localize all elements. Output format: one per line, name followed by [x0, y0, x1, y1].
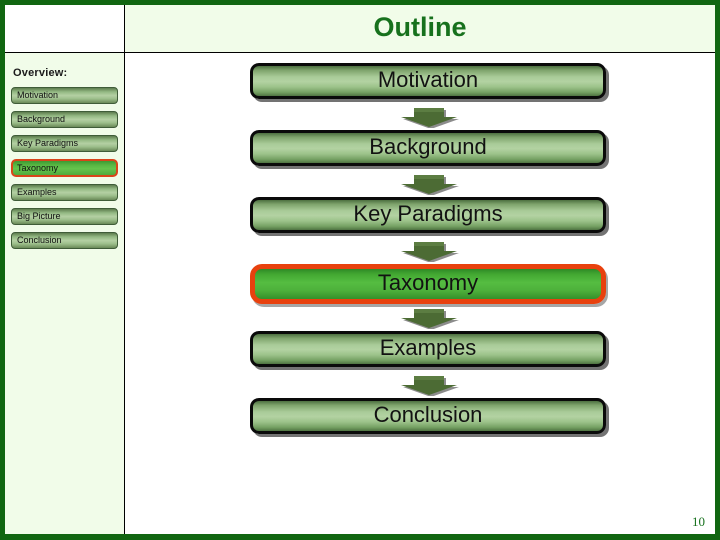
down-arrow-icon: [250, 307, 606, 329]
sidebar-item-label: Background: [17, 114, 66, 124]
sidebar-item-label: Conclusion: [17, 235, 62, 245]
down-arrow-icon: [250, 240, 606, 262]
flow-step-key-paradigms[interactable]: Key Paradigms: [250, 197, 606, 233]
flow-step-row: Taxonomy: [250, 264, 606, 304]
flow-step-label: Key Paradigms: [353, 201, 503, 226]
sidebar-item-examples[interactable]: Examples: [11, 184, 118, 201]
flow-step-conclusion[interactable]: Conclusion: [250, 398, 606, 434]
sidebar-item-label: Motivation: [17, 90, 59, 100]
down-arrow-icon: [250, 106, 606, 128]
sidebar-item-key-paradigms[interactable]: Key Paradigms: [11, 135, 118, 152]
sidebar-item-taxonomy[interactable]: Taxonomy: [11, 159, 118, 177]
sidebar-item-motivation[interactable]: Motivation: [11, 87, 118, 104]
flow-step-row: Conclusion: [250, 398, 606, 434]
flow-step-taxonomy[interactable]: Taxonomy: [250, 264, 606, 304]
down-arrow-icon: [250, 374, 606, 396]
slide-title-bar: Outline: [125, 5, 715, 53]
sidebar-heading: Overview:: [13, 67, 68, 79]
flow-step-label: Conclusion: [373, 402, 483, 427]
flow-step-background[interactable]: Background: [250, 130, 606, 166]
flow-step-label: Background: [369, 134, 487, 159]
flow-step-row: Background: [250, 130, 606, 166]
sidebar-item-label: Key Paradigms: [17, 138, 79, 148]
sidebar-item-big-picture[interactable]: Big Picture: [11, 208, 118, 225]
flow-step-examples[interactable]: Examples: [250, 331, 606, 367]
flow-step-label: Motivation: [377, 67, 479, 92]
flow-step-row: Motivation: [250, 63, 606, 99]
sidebar-item-label: Big Picture: [17, 211, 61, 221]
flow-step-motivation[interactable]: Motivation: [250, 63, 606, 99]
sidebar-item-list: Motivation Background Key Paradigms Taxonom…: [11, 87, 118, 249]
flow-step-row: Examples: [250, 331, 606, 367]
outline-sidebar: Overview: Motivation Background Key Paradi…: [5, 53, 125, 534]
sidebar-item-label: Examples: [17, 187, 57, 197]
slide-corner-cell: [5, 5, 125, 53]
sidebar-item-label: Taxonomy: [17, 162, 59, 173]
flow-step-label: Taxonomy: [377, 270, 479, 295]
page-title: Outline: [373, 11, 467, 42]
slide-canvas: Outline Overview: Motivation Background Ke…: [0, 0, 720, 540]
sidebar-item-background[interactable]: Background: [11, 111, 118, 128]
down-arrow-icon: [250, 173, 606, 195]
sidebar-item-conclusion[interactable]: Conclusion: [11, 232, 118, 249]
flow-step-row: Key Paradigms: [250, 197, 606, 233]
outline-flow-diagram: Motivation Background Key Paradigms Taxonom…: [126, 54, 715, 534]
flow-step-label: Examples: [379, 335, 477, 360]
page-number: 10: [692, 514, 705, 529]
